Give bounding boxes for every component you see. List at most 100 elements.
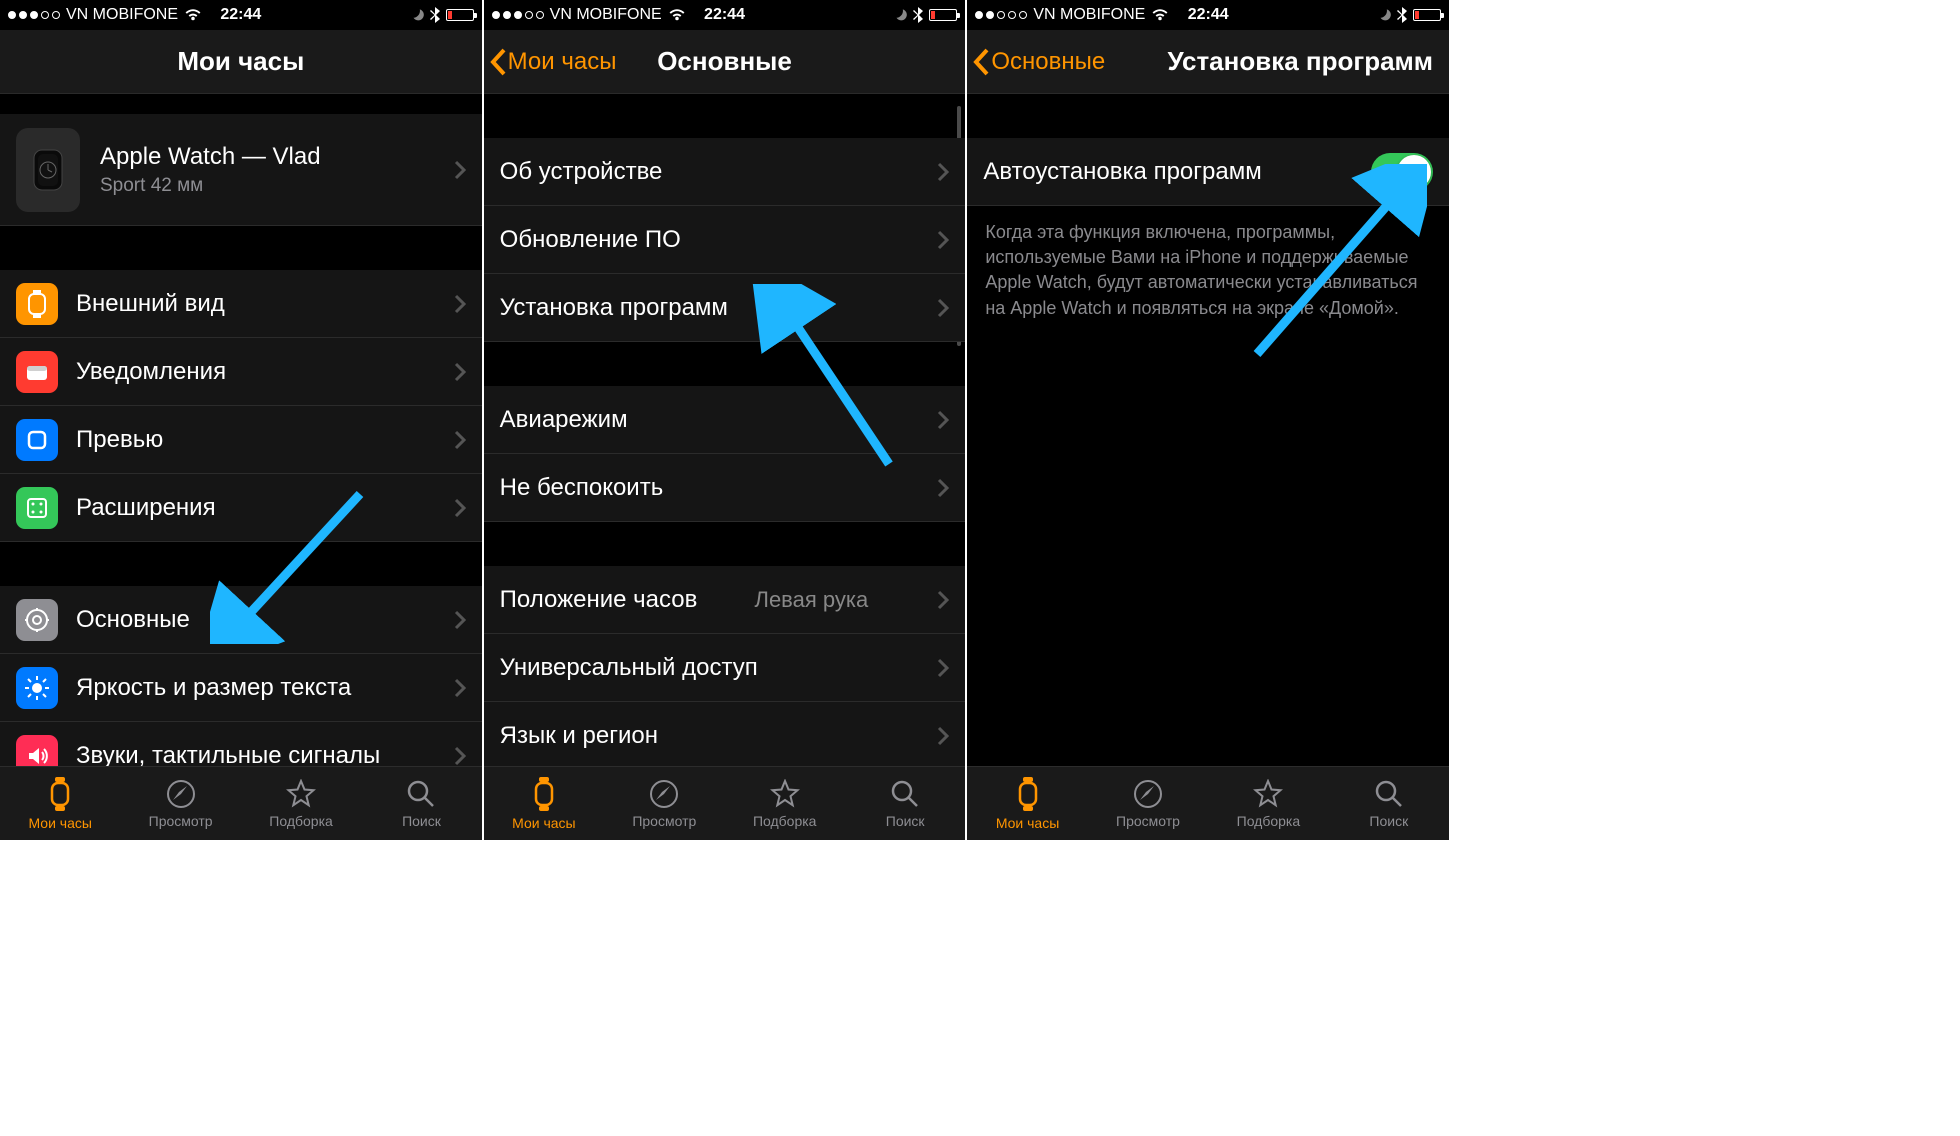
row-software-update[interactable]: Обновление ПО bbox=[484, 206, 966, 274]
screen-my-watch: VN MOBIFONE 22:44 Мои часы Apple Wa bbox=[0, 0, 482, 840]
auto-install-toggle[interactable] bbox=[1371, 153, 1433, 191]
row-appearance[interactable]: Внешний вид bbox=[0, 270, 482, 338]
row-airplane-mode[interactable]: Авиарежим bbox=[484, 386, 966, 454]
chevron-right-icon bbox=[454, 430, 466, 450]
tab-label: Подборка bbox=[269, 813, 333, 829]
tab-label: Мои часы bbox=[512, 815, 575, 831]
signal-dots-icon bbox=[492, 11, 544, 19]
chevron-right-icon bbox=[454, 746, 466, 766]
tab-featured[interactable]: Подборка bbox=[1208, 767, 1328, 840]
row-label: Язык и регион bbox=[500, 722, 658, 750]
tab-browse[interactable]: Просмотр bbox=[1088, 767, 1208, 840]
wifi-icon bbox=[184, 8, 202, 22]
row-label: Яркость и размер текста bbox=[76, 674, 351, 702]
clock-label: 22:44 bbox=[220, 6, 261, 24]
row-language-region[interactable]: Язык и регион bbox=[484, 702, 966, 766]
preview-icon bbox=[16, 419, 58, 461]
dnd-moon-icon bbox=[410, 8, 424, 22]
row-label: Превью bbox=[76, 426, 163, 454]
tab-search[interactable]: Поиск bbox=[1329, 767, 1449, 840]
toggle-knob-icon bbox=[1397, 155, 1431, 189]
chevron-right-icon bbox=[454, 294, 466, 314]
content-scroll[interactable]: Автоустановка программ Когда эта функция… bbox=[967, 94, 1449, 766]
chevron-right-icon bbox=[937, 478, 949, 498]
nav-back-label: Мои часы bbox=[508, 48, 617, 76]
chevron-left-icon bbox=[973, 48, 989, 76]
tab-label: Мои часы bbox=[28, 815, 91, 831]
wifi-icon bbox=[1151, 8, 1169, 22]
signal-dots-icon bbox=[975, 11, 1027, 19]
chevron-right-icon bbox=[454, 160, 466, 180]
nav-back-button[interactable]: Основные bbox=[967, 48, 1105, 76]
tab-label: Подборка bbox=[1237, 813, 1301, 829]
tab-label: Поиск bbox=[886, 813, 925, 829]
chevron-right-icon bbox=[937, 410, 949, 430]
tab-browse[interactable]: Просмотр bbox=[604, 767, 724, 840]
battery-icon bbox=[446, 9, 474, 21]
row-accessibility[interactable]: Универсальный доступ bbox=[484, 634, 966, 702]
content-scroll[interactable]: Об устройстве Обновление ПО Установка пр… bbox=[484, 94, 966, 766]
tab-label: Просмотр bbox=[149, 813, 213, 829]
chevron-right-icon bbox=[937, 726, 949, 746]
row-auto-install: Автоустановка программ bbox=[967, 138, 1449, 206]
screen-install-apps: VN MOBIFONE 22:44 Основные Установка про… bbox=[967, 0, 1449, 840]
tab-my-watch[interactable]: Мои часы bbox=[484, 767, 604, 840]
chevron-left-icon bbox=[490, 48, 506, 76]
row-install-apps[interactable]: Установка программ bbox=[484, 274, 966, 342]
status-bar: VN MOBIFONE 22:44 bbox=[0, 0, 482, 30]
row-preview[interactable]: Превью bbox=[0, 406, 482, 474]
tab-bar: Мои часы Просмотр Подборка Поиск bbox=[484, 766, 966, 840]
watch-thumbnail-icon bbox=[16, 128, 80, 212]
tab-label: Просмотр bbox=[632, 813, 696, 829]
chevron-right-icon bbox=[937, 298, 949, 318]
row-label: Уведомления bbox=[76, 358, 226, 386]
row-label: Положение часов bbox=[500, 586, 698, 614]
bluetooth-icon bbox=[913, 7, 923, 23]
page-title: Мои часы bbox=[177, 46, 304, 77]
battery-icon bbox=[1413, 9, 1441, 21]
row-notifications[interactable]: Уведомления bbox=[0, 338, 482, 406]
brightness-icon bbox=[16, 667, 58, 709]
wifi-icon bbox=[668, 8, 686, 22]
tab-search[interactable]: Поиск bbox=[845, 767, 965, 840]
footer-note: Когда эта функция включена, программы, и… bbox=[967, 206, 1449, 335]
screen-general: VN MOBIFONE 22:44 Мои часы Основные Об у… bbox=[484, 0, 966, 840]
device-row[interactable]: Apple Watch — Vlad Sport 42 мм bbox=[0, 114, 482, 226]
tab-label: Поиск bbox=[402, 813, 441, 829]
tab-my-watch[interactable]: Мои часы bbox=[967, 767, 1087, 840]
tab-label: Поиск bbox=[1369, 813, 1408, 829]
tab-browse[interactable]: Просмотр bbox=[120, 767, 240, 840]
status-bar: VN MOBIFONE 22:44 bbox=[484, 0, 966, 30]
nav-back-button[interactable]: Мои часы bbox=[484, 48, 617, 76]
dnd-moon-icon bbox=[893, 8, 907, 22]
row-label: Об устройстве bbox=[500, 158, 663, 186]
chevron-right-icon bbox=[454, 678, 466, 698]
row-sounds-haptics[interactable]: Звуки, тактильные сигналы bbox=[0, 722, 482, 766]
row-watch-orientation[interactable]: Положение часов Левая рука bbox=[484, 566, 966, 634]
signal-dots-icon bbox=[8, 11, 60, 19]
row-brightness-text-size[interactable]: Яркость и размер текста bbox=[0, 654, 482, 722]
tab-featured[interactable]: Подборка bbox=[241, 767, 361, 840]
row-general[interactable]: Основные bbox=[0, 586, 482, 654]
battery-icon bbox=[929, 9, 957, 21]
chevron-right-icon bbox=[454, 362, 466, 382]
tab-featured[interactable]: Подборка bbox=[725, 767, 845, 840]
content-scroll[interactable]: Apple Watch — Vlad Sport 42 мм Внешний в… bbox=[0, 94, 482, 766]
clock-label: 22:44 bbox=[704, 6, 745, 24]
tab-my-watch[interactable]: Мои часы bbox=[0, 767, 120, 840]
nav-bar: Мои часы bbox=[0, 30, 482, 94]
status-bar: VN MOBIFONE 22:44 bbox=[967, 0, 1449, 30]
row-do-not-disturb[interactable]: Не беспокоить bbox=[484, 454, 966, 522]
tab-search[interactable]: Поиск bbox=[361, 767, 481, 840]
row-about[interactable]: Об устройстве bbox=[484, 138, 966, 206]
tab-bar: Мои часы Просмотр Подборка Поиск bbox=[967, 766, 1449, 840]
bluetooth-icon bbox=[430, 7, 440, 23]
row-extensions[interactable]: Расширения bbox=[0, 474, 482, 542]
nav-bar: Основные Установка программ bbox=[967, 30, 1449, 94]
row-label: Авиарежим bbox=[500, 406, 628, 434]
chevron-right-icon bbox=[454, 610, 466, 630]
row-detail: Левая рука bbox=[755, 587, 869, 613]
row-label: Обновление ПО bbox=[500, 226, 681, 254]
toggle-label: Автоустановка программ bbox=[983, 158, 1261, 186]
row-label: Не беспокоить bbox=[500, 474, 664, 502]
